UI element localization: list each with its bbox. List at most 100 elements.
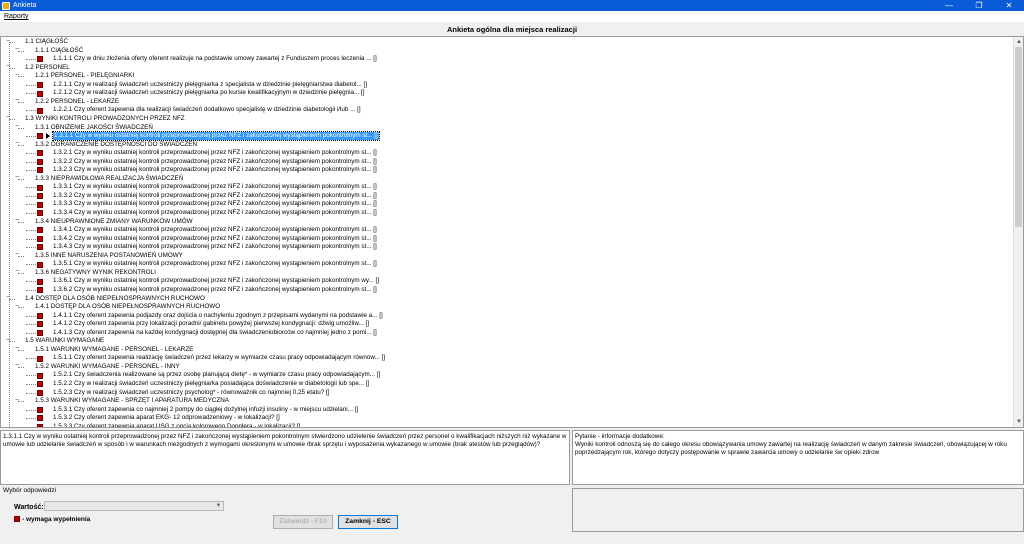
tree-item[interactable]: 1.3.1.1 Czy w wyniku ostatniej kontroli … [52, 130, 380, 142]
tree-item[interactable]: 1.3.3.2 Czy w wyniku ostatniej kontroli … [53, 192, 377, 200]
collapse-icon[interactable]: − [6, 38, 10, 46]
tree-item[interactable]: 1.3.6.2 Czy w wyniku ostatniej kontroli … [53, 286, 377, 294]
tree-item[interactable]: 1.3.6 NEGATYWNY WYNIK REKONTROLI [35, 269, 156, 277]
tree-item[interactable]: 1.4.1.2 Czy oferent zapewnia przy lokali… [53, 320, 369, 328]
collapse-icon[interactable]: − [15, 251, 19, 259]
tree-item-label: 1.3.6.2 Czy w wyniku ostatniej kontroli … [53, 285, 377, 293]
tree-item[interactable]: 1.1.1.1 Czy w dniu złożenia oferty ofere… [53, 55, 377, 63]
collapse-icon[interactable]: − [6, 63, 10, 71]
scroll-down-icon[interactable]: ▼ [1014, 417, 1023, 427]
required-marker-icon [37, 244, 43, 251]
tree-item[interactable]: 1.2.1 PERSONEL - PIELĘGNIARKI [35, 72, 134, 80]
collapse-icon[interactable]: − [15, 397, 19, 405]
tree-item[interactable]: 1.3.2.2 Czy w wyniku ostatniej kontroli … [53, 158, 377, 166]
tree-connector [26, 418, 36, 420]
scroll-up-icon[interactable]: ▲ [1014, 37, 1023, 47]
tree-item[interactable]: 1.3.6.1 Czy w wyniku ostatniej kontroli … [53, 277, 379, 285]
answer-detail-panel [572, 488, 1024, 532]
tree-item[interactable]: 1.3 WYNIKI KONTROLI PROWADZONYCH PRZEZ N… [25, 115, 185, 123]
tree-item-label: 1.5.3 WARUNKI WYMAGANE - SPRZĘT I APARAT… [35, 397, 229, 405]
tree-item[interactable]: 1.4 DOSTĘP DLA OSÓB NIEPEŁNOSPRAWNYCH RU… [25, 295, 205, 303]
tree-item[interactable]: 1.3.4.2 Czy w wyniku ostatniej kontroli … [53, 235, 377, 243]
tree-item[interactable]: 1.5.1.1 Czy oferent zapewnia realizację … [53, 354, 385, 362]
collapse-icon[interactable]: − [6, 114, 10, 122]
collapse-icon[interactable]: − [15, 97, 19, 105]
tree-item[interactable]: 1.2.2 PERSONEL - LEKARZE [35, 98, 119, 106]
scroll-thumb[interactable] [1015, 47, 1022, 227]
tree-item[interactable]: 1.5.2.1 Czy świadczenia realizowane są p… [53, 371, 380, 379]
tree-item[interactable]: 1.3.2.1 Czy w wyniku ostatniej kontroli … [53, 149, 377, 157]
confirm-button[interactable]: Zatwierdź - F10 [273, 515, 333, 529]
collapse-icon[interactable]: − [6, 337, 10, 345]
tree-item[interactable]: 1.5.3.3 Czy oferent zapewnia aparat USG … [53, 422, 301, 428]
tree-item[interactable]: 1.3.4.3 Czy w wyniku ostatniej kontroli … [53, 243, 377, 251]
app-icon [2, 1, 10, 10]
value-select[interactable]: ▼ [44, 501, 224, 511]
tree-item[interactable]: 1.3.3 NIEPRAWIDŁOWA REALIZACJA ŚWIADCZEŃ [35, 175, 183, 183]
tree-item-label: 1.3.5 INNE NARUSZENIA POSTANOWIEŃ UMOWY [35, 251, 183, 259]
required-marker-icon [37, 381, 43, 388]
collapse-icon[interactable]: − [15, 217, 19, 225]
tree-item-label: 1.4.1 DOSTĘP DLA OSÓB NIEPEŁNOSPRAWNYCH … [35, 303, 221, 311]
tree-connector [26, 59, 36, 61]
tree-item[interactable]: 1.5.2 WARUNKI WYMAGANE - PERSONEL - INNY [35, 363, 180, 371]
tree-item[interactable]: 1.4.1 DOSTĘP DLA OSÓB NIEPEŁNOSPRAWNYCH … [35, 303, 220, 311]
tree-item[interactable]: 1.5.1 WARUNKI WYMAGANE - PERSONEL - LEKA… [35, 346, 193, 354]
tree-connector [26, 409, 36, 411]
tree-item[interactable]: 1.2.1.2 Czy w realizacji świadczeń uczes… [53, 89, 364, 97]
tree-item-label: 1.2.1.2 Czy w realizacji świadczeń uczes… [53, 89, 365, 97]
tree-item-label: 1.5.3.3 Czy oferent zapewnia aparat USG … [53, 422, 301, 428]
tree-item[interactable]: 1.5.2.2 Czy w realizacji świadczeń uczes… [53, 380, 369, 388]
close-form-button[interactable]: Zamknij - ESC [338, 515, 398, 529]
tree-item-label: 1.3.3.1 Czy w wyniku ostatniej kontroli … [53, 183, 377, 191]
collapse-icon[interactable]: − [15, 268, 19, 276]
tree-connector [26, 153, 36, 155]
restore-button[interactable]: ❐ [964, 0, 994, 11]
tree-item-label: 1.4.1.2 Czy oferent zapewnia przy lokali… [53, 320, 370, 328]
tree-item[interactable]: 1.5.3.2 Czy oferent zapewnia aparat EKG-… [53, 414, 280, 422]
tree-item[interactable]: 1.3.4.1 Czy w wyniku ostatniej kontroli … [53, 226, 377, 234]
tree-item[interactable]: 1.2.2.1 Czy oferent zapewnia dla realiza… [53, 106, 361, 114]
tree-item[interactable]: 1.5.3 WARUNKI WYMAGANE - SPRZĘT I APARAT… [35, 397, 229, 405]
tree-item-label: 1.3.4.3 Czy w wyniku ostatniej kontroli … [53, 243, 377, 251]
menu-item-raporty[interactable]: Raporty [4, 13, 29, 20]
collapse-icon[interactable]: − [15, 72, 19, 80]
tree-item[interactable]: 1.3.2.3 Czy w wyniku ostatniej kontroli … [53, 166, 377, 174]
tree-item[interactable]: 1.4.1.3 Czy oferent zapewnia na każdej k… [53, 329, 377, 337]
tree-item-label: 1.3.6.1 Czy w wyniku ostatniej kontroli … [53, 277, 380, 285]
tree-item[interactable]: 1.1 CIĄGŁOŚĆ [25, 38, 68, 46]
collapse-icon[interactable]: − [15, 123, 19, 131]
tree-item[interactable]: 1.2.1.1 Czy w realizacji świadczeń uczes… [53, 81, 367, 89]
close-button[interactable]: ✕ [994, 0, 1024, 11]
collapse-icon[interactable]: − [15, 303, 19, 311]
collapse-icon[interactable]: − [6, 294, 10, 302]
tree-item[interactable]: 1.3.1 OBNIŻENIE JAKOŚCI ŚWIADCZEŃ [35, 124, 153, 132]
collapse-icon[interactable]: − [15, 174, 19, 182]
tree-item[interactable]: 1.3.3.4 Czy w wyniku ostatniej kontroli … [53, 209, 377, 217]
required-marker-icon [37, 261, 43, 268]
collapse-icon[interactable]: − [15, 46, 19, 54]
collapse-icon[interactable]: − [15, 140, 19, 148]
survey-tree[interactable]: ▲ ▼ −1.1 CIĄGŁOŚĆ −1.1.1 CIĄGŁOŚĆ 1.1.1.1 … [0, 36, 1024, 428]
tree-item-label: 1.3.2.1 Czy w wyniku ostatniej kontroli … [53, 149, 377, 157]
tree-item[interactable]: 1.2 PERSONEL [25, 64, 70, 72]
tree-item[interactable]: 1.3.5.1 Czy w wyniku ostatniej kontroli … [53, 260, 377, 268]
tree-item[interactable]: 1.1.1 CIĄGŁOŚĆ [35, 47, 83, 55]
collapse-icon[interactable]: − [15, 345, 19, 353]
collapse-icon[interactable]: − [15, 362, 19, 370]
tree-connector [26, 264, 36, 266]
tree-item[interactable]: 1.3.4 NIEUPRAWNIONE ZMIANY WARUNKÓW UMÓW [35, 218, 193, 226]
tree-item[interactable]: 1.5 WARUNKI WYMAGANE [25, 337, 104, 345]
tree-item-label: 1.2.2.1 Czy oferent zapewnia dla realiza… [53, 106, 361, 114]
tree-item-label: 1.3.2.3 Czy w wyniku ostatniej kontroli … [53, 166, 377, 174]
tree-item[interactable]: 1.3.3.1 Czy w wyniku ostatniej kontroli … [53, 183, 377, 191]
tree-item[interactable]: 1.3.2 OGRANICZENIE DOSTĘPNOŚCI DO ŚWIADC… [35, 141, 197, 149]
vertical-scrollbar[interactable]: ▲ ▼ [1013, 37, 1023, 427]
tree-item[interactable]: 1.5.3.1 Czy oferent zapewnia co najmniej… [53, 406, 358, 414]
tree-item[interactable]: 1.5.2.3 Czy w realizacji świadczeń uczes… [53, 389, 330, 397]
tree-item[interactable]: 1.3.3.3 Czy w wyniku ostatniej kontroli … [53, 200, 377, 208]
tree-item[interactable]: 1.3.5 INNE NARUSZENIA POSTANOWIEŃ UMOWY [35, 252, 183, 260]
minimize-button[interactable]: — [934, 0, 964, 11]
chevron-down-icon[interactable]: ▼ [214, 502, 223, 510]
tree-item[interactable]: 1.4.1.1 Czy oferent zapewnia podjazdy or… [53, 312, 383, 320]
